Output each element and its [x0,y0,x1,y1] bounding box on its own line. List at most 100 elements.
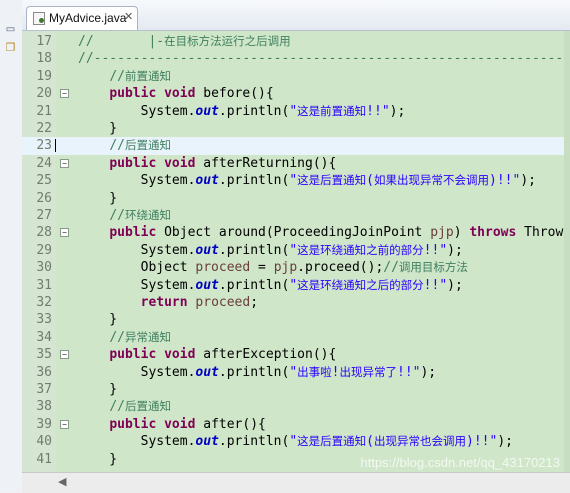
code-token: !!" [366,103,390,119]
code-line[interactable]: 33 } [22,311,570,328]
code-line[interactable]: 30 Object proceed = pjp.proceed();//调用目标… [22,259,570,276]
code-text: //后置通知 [78,137,171,154]
code-token: } [78,312,118,328]
code-text: System.out.println("这是环绕通知之前的部分!!"); [78,242,463,259]
code-token: 这是后置通知 [297,434,367,449]
code-token: System. [78,242,196,258]
code-line[interactable]: 37 } [22,381,570,398]
code-token: Throwable { [524,225,570,241]
fold-toggle-icon[interactable]: − [60,228,69,238]
editor-tab-bar: MyAdvice.java ✕ [22,0,570,31]
code-editor[interactable]: 17 // |-在目标方法运行之后调用 18 //------------------… [22,31,570,472]
code-line[interactable]: 40 System.out.println("这是后置通知(出现异常也会调用)!… [22,433,570,450]
code-text: } [78,311,117,328]
code-line[interactable]: 22 } [22,120,570,137]
code-line[interactable]: 31 System.out.println("这是环绕通知之后的部分!!"); [22,277,570,294]
code-token: } [78,451,118,467]
code-token: System. [78,173,196,189]
restore-icon[interactable]: ❐ [3,41,18,54]
code-token: //--------------------------------------… [78,51,570,67]
line-number: 41 [36,451,52,467]
line-number: 17 [36,34,52,49]
code-text: Object proceed = pjp.proceed();//调用目标方法 [78,259,468,276]
code-token: proceed [195,260,251,276]
code-token: ); [389,103,406,119]
code-token: .println( [218,364,290,380]
code-token: !!" [397,364,421,380]
code-text: public void afterReturning(){ [78,155,336,172]
code-token: ); [447,277,463,293]
fold-toggle-icon[interactable]: − [60,419,69,429]
code-line[interactable]: 29 System.out.println("这是环绕通知之前的部分!!"); [22,242,570,259]
code-token: ; [250,295,259,310]
code-token: !!" [423,277,448,293]
code-line[interactable]: 35 public void afterException(){− [22,346,570,363]
code-token: afterReturning(){ [195,155,337,171]
code-line[interactable]: 38 //后置通知 [22,398,570,415]
code-line[interactable]: 25 System.out.println("这是后置通知(如果出现异常不会调用… [22,172,570,189]
tab-myadvice-java[interactable]: MyAdvice.java ✕ [26,6,138,30]
code-token: return [140,295,188,310]
code-text: } [78,451,117,468]
horizontal-scrollbar[interactable]: ◀ [22,472,570,493]
code-line[interactable]: 21 System.out.println("这是前置通知!!"); [22,103,570,120]
code-line[interactable]: 18 //------------------------------------… [22,50,570,67]
code-token: .println( [218,173,290,189]
fold-toggle-icon[interactable]: − [60,158,69,168]
code-token: pjp [430,225,454,241]
code-token: 这是环绕通知之后的部分 [297,277,424,292]
code-token: ( [366,173,374,189]
line-number: 30 [36,260,52,276]
close-icon[interactable]: ✕ [124,10,133,23]
line-number: 22 [36,121,52,136]
line-number: 33 [36,312,52,328]
code-token: void [164,155,196,171]
code-line[interactable]: 20 public void before(){− [22,85,570,102]
code-token: before(){ [195,86,274,102]
code-text: System.out.println("出事啦!出现异常了!!"); [78,364,437,381]
code-token: out [195,364,219,380]
code-line[interactable]: 27 //环绕通知 [22,207,570,224]
code-line[interactable]: 28 public Object around(ProceedingJoinPo… [22,224,570,241]
code-token: ); [520,173,536,189]
code-text: System.out.println("这是环绕通知之后的部分!!"); [78,277,463,294]
code-line[interactable]: 17 // |-在目标方法运行之后调用 [22,33,570,50]
line-number: 29 [36,242,52,258]
code-token: System. [78,277,196,293]
code-line[interactable]: 19 //前置通知 [22,68,570,85]
fold-toggle-icon[interactable]: − [60,89,69,99]
text-cursor [55,139,56,153]
code-line[interactable]: 36 System.out.println("出事啦!出现异常了!!"); [22,364,570,381]
left-toolbar-strip: ▭ ❐ [0,0,23,492]
code-token: .println( [218,434,290,450]
code-token: } [78,121,118,136]
code-text: //--------------------------------------… [78,50,570,67]
fold-toggle-icon[interactable]: − [60,350,69,360]
code-text: //前置通知 [78,68,171,85]
line-number: 21 [36,103,52,119]
code-line[interactable]: 23 //后置通知 [22,137,570,155]
scroll-left-icon[interactable]: ◀ [58,475,66,488]
line-number: 26 [36,190,52,206]
line-number: 39 [36,416,52,432]
code-line[interactable]: 34 //异常通知 [22,329,570,346]
code-text: } [78,120,117,137]
code-token: 这是环绕通知之前的部分 [297,242,424,257]
line-number: 23 [36,138,52,154]
code-line[interactable]: 39 public void after(){− [22,416,570,433]
code-token: proceed [195,295,251,310]
code-line[interactable]: 32 return proceed; [22,294,570,311]
minimize-icon[interactable]: ▭ [3,23,18,36]
code-line[interactable]: 26 } [22,190,570,207]
line-number: 37 [36,382,52,397]
code-token: out [195,103,219,119]
code-line[interactable]: 24 public void afterReturning(){− [22,155,570,172]
code-token: Object [78,260,196,276]
code-token: ); [497,434,513,450]
